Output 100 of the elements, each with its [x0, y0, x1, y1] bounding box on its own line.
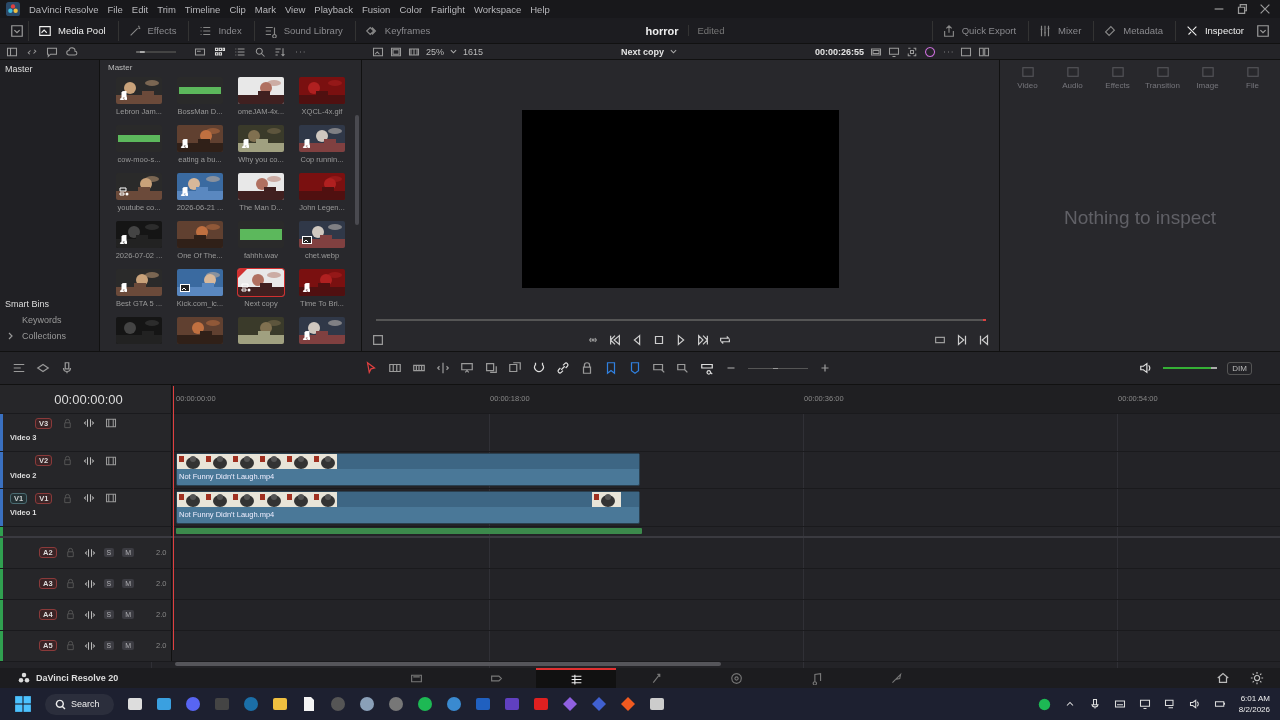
replace-clip-icon[interactable]	[508, 361, 522, 375]
audio-track-header[interactable]	[0, 526, 172, 536]
volume-icon[interactable]	[1188, 698, 1201, 710]
clock-time[interactable]: 6:01 AM	[1240, 694, 1270, 703]
skip-start-icon[interactable]	[607, 333, 622, 347]
toolbar-tab[interactable]: Mixer	[1028, 20, 1090, 41]
filmstrip-icon[interactable]	[105, 417, 118, 429]
auto-select-icon[interactable]	[83, 639, 96, 652]
link-icon[interactable]	[556, 361, 570, 375]
display-icon[interactable]	[1138, 698, 1151, 710]
close-icon[interactable]	[1258, 2, 1272, 16]
comment-icon[interactable]	[46, 45, 58, 58]
auto-select-icon[interactable]	[83, 492, 96, 504]
panel-toggle-icon[interactable]	[10, 23, 24, 38]
sidebar-icon[interactable]	[6, 45, 18, 58]
edit-page-icon[interactable]	[569, 672, 583, 686]
overwrite-clip-icon[interactable]	[484, 361, 498, 375]
toolbar-tab[interactable]: Inspector	[1174, 20, 1252, 41]
viewer-frame-icon[interactable]	[870, 45, 882, 58]
scrollbar-thumb[interactable]	[355, 115, 359, 225]
scrollbar-thumb[interactable]	[175, 661, 721, 666]
restore-icon[interactable]	[1235, 2, 1249, 16]
thumbnail-size-slider[interactable]	[136, 50, 176, 53]
insert-clip-icon[interactable]	[460, 361, 474, 375]
single-viewer-icon[interactable]	[960, 45, 972, 58]
zoom-full-icon[interactable]	[652, 361, 666, 375]
slider-thumb[interactable]	[136, 50, 145, 53]
smart-bin-item[interactable]: Collections	[22, 331, 67, 341]
menu-item[interactable]: Fairlight	[431, 3, 465, 15]
menu-item[interactable]: Trim	[157, 3, 176, 15]
search-field[interactable]: Search	[45, 693, 114, 715]
color-wheel-icon[interactable]	[729, 671, 743, 685]
zoom-dropdown[interactable]: 25%	[426, 46, 444, 57]
menu-item[interactable]: View	[284, 3, 306, 15]
search-icon[interactable]	[254, 45, 266, 58]
battery-icon[interactable]	[1213, 698, 1226, 710]
auto-select-icon[interactable]	[83, 454, 96, 467]
menu-item[interactable]: Color	[399, 3, 423, 15]
zoom-custom-icon[interactable]	[700, 361, 714, 375]
toolbar-tab[interactable]: Index	[188, 20, 250, 41]
expand-panel-icon[interactable]	[1256, 23, 1270, 38]
menu-item[interactable]: Fusion	[361, 3, 391, 15]
expand-caret-icon[interactable]	[8, 332, 14, 340]
crop-icon[interactable]	[370, 333, 385, 347]
auto-select-icon[interactable]	[83, 577, 96, 590]
caret-icon[interactable]	[670, 48, 677, 55]
metadata-view-icon[interactable]	[194, 45, 206, 58]
app-logo-icon[interactable]	[6, 2, 20, 16]
toolbar-tab[interactable]: Keyframes	[354, 20, 439, 41]
filmstrip-icon[interactable]	[105, 492, 118, 504]
menu-item[interactable]: Mark	[254, 3, 276, 15]
toolbar-tab[interactable]: Metadata	[1093, 20, 1171, 41]
caret-icon[interactable]	[450, 48, 457, 55]
blade-icon[interactable]	[436, 361, 450, 375]
safe-area-icon[interactable]	[390, 45, 402, 58]
toolbar-tab[interactable]: Effects	[117, 20, 185, 41]
start-button[interactable]	[14, 695, 32, 713]
menu-item[interactable]: DaVinci Resolve	[29, 3, 99, 15]
filmstrip-icon[interactable]	[105, 454, 118, 467]
menu-item[interactable]: Clip	[229, 3, 246, 15]
trim-icon[interactable]	[388, 361, 402, 375]
toolbar-tab[interactable]: Media Pool	[28, 20, 114, 41]
dual-viewer-icon[interactable]	[978, 45, 990, 58]
clip-bin-icon[interactable]	[408, 45, 420, 58]
menu-item[interactable]: File	[107, 3, 123, 15]
pointer-icon[interactable]	[364, 361, 378, 375]
transform-icon[interactable]	[906, 45, 918, 58]
flag-icon[interactable]	[604, 361, 618, 375]
snapping-icon[interactable]	[532, 361, 546, 375]
menu-item[interactable]: Edit	[131, 3, 149, 15]
layout-icon[interactable]	[12, 361, 26, 375]
timeline-dropdown[interactable]: Next copy	[621, 46, 664, 57]
menu-item[interactable]: Playback	[314, 3, 353, 15]
diamond-icon[interactable]	[561, 696, 578, 712]
skip-end-icon[interactable]	[695, 333, 710, 347]
auto-select-icon[interactable]	[83, 417, 96, 429]
rocket-icon[interactable]	[889, 671, 903, 685]
folder-icon[interactable]	[271, 696, 288, 712]
monitor-icon[interactable]	[888, 45, 900, 58]
marker-icon[interactable]	[628, 361, 642, 375]
settings-icon[interactable]	[1250, 671, 1264, 685]
cloud-icon[interactable]	[66, 45, 78, 58]
image-icon[interactable]	[372, 45, 384, 58]
menu-item[interactable]: Help	[530, 3, 550, 15]
auto-select-icon[interactable]	[83, 546, 96, 559]
loop-icon[interactable]	[717, 333, 732, 347]
clock-date[interactable]: 8/2/2026	[1238, 705, 1270, 714]
bin-item[interactable]: Master	[5, 64, 33, 74]
home-icon[interactable]	[1216, 671, 1230, 685]
microphone-icon[interactable]	[60, 361, 74, 375]
auto-select-icon[interactable]	[83, 608, 96, 621]
smart-bin-item[interactable]: Keywords	[22, 315, 62, 325]
dim-button[interactable]: DIM	[1227, 361, 1252, 375]
menu-tile-icon[interactable]	[503, 696, 520, 712]
keyboard-icon[interactable]	[1113, 698, 1126, 710]
lock-icon[interactable]	[580, 361, 594, 375]
sort-icon[interactable]	[274, 45, 286, 58]
microphone-icon[interactable]	[1088, 698, 1101, 710]
toolbar-tab[interactable]: Sound Library	[253, 20, 351, 41]
color-ring-icon[interactable]	[924, 45, 936, 58]
